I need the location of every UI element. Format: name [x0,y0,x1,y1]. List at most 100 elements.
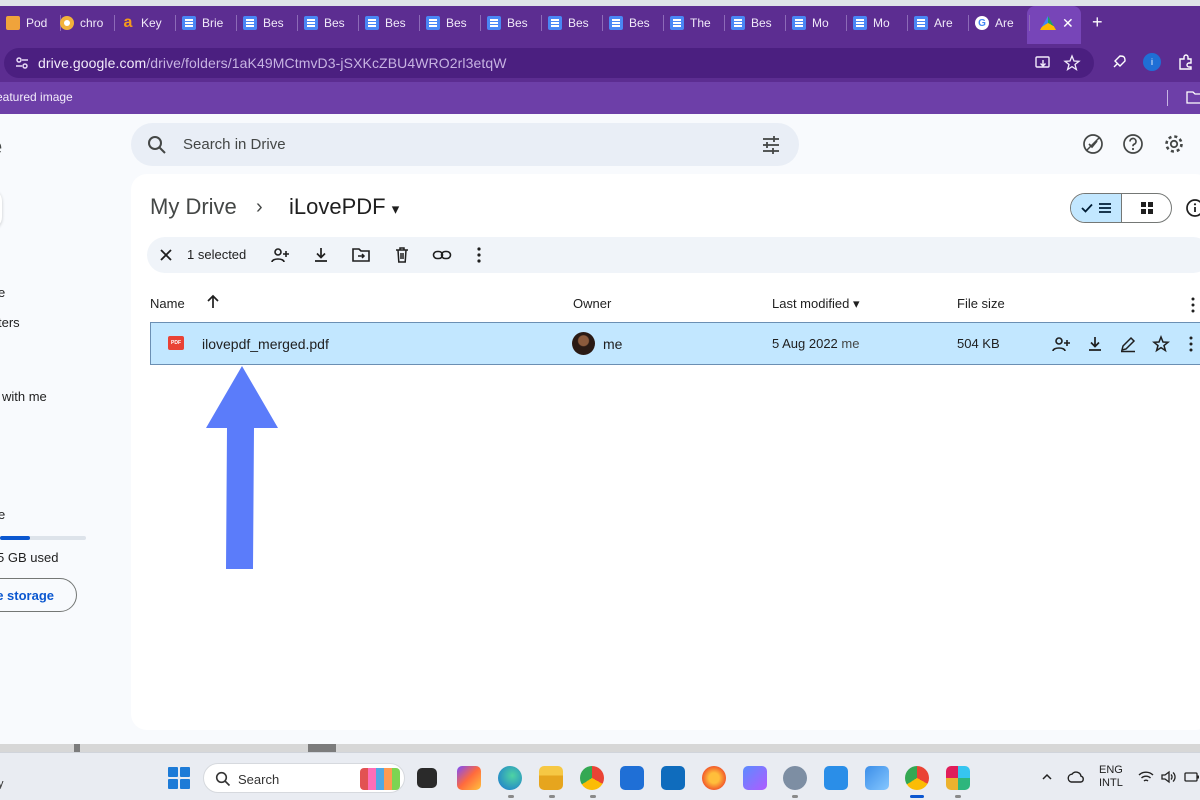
browser-tab[interactable]: Bes [542,10,603,36]
bookmark-folder-icon[interactable] [1186,89,1200,105]
browser-tab[interactable]: Bes [603,10,664,36]
search-input[interactable]: Search in Drive [183,136,286,153]
browser-tab[interactable]: Bes [420,10,481,36]
task-view-icon[interactable] [417,768,437,788]
chrome-profile-icon[interactable] [905,766,929,790]
outlook-icon[interactable] [661,766,685,790]
settings-gear-icon[interactable] [1163,133,1185,155]
site-settings-icon[interactable] [14,55,30,71]
extension-info-icon[interactable]: i [1143,53,1161,71]
browser-tab[interactable]: Mo [786,10,847,36]
trash-icon[interactable] [393,246,411,264]
grid-view-button[interactable] [1122,194,1171,222]
taskbar-weather-text[interactable]: y [0,778,4,790]
breadcrumb-current-folder[interactable]: iLovePDF ▾ [289,194,399,220]
browser-tab[interactable]: Bes [481,10,542,36]
browser-tab[interactable]: Bes [298,10,359,36]
address-bar[interactable]: drive.google.com/drive/folders/1aK49MCtm… [4,48,1094,78]
microsoft-store-icon[interactable] [620,766,644,790]
volume-icon[interactable] [1160,770,1176,784]
extensions-puzzle-icon[interactable] [1177,53,1195,71]
file-name[interactable]: ilovepdf_merged.pdf [202,336,329,352]
copy-link-icon[interactable] [432,246,452,264]
row-more-actions-icon[interactable] [1187,335,1195,353]
install-app-icon[interactable] [1034,54,1052,72]
file-row-selected[interactable]: PDF ilovepdf_merged.pdf me 5 Aug 2022 me… [150,322,1200,365]
details-info-icon[interactable] [1185,198,1200,218]
browser-tab[interactable]: G Are [969,10,1030,36]
copilot-app-icon[interactable] [743,766,767,790]
windows-start-icon[interactable] [168,767,190,789]
tab-title: Bes [751,16,772,30]
bookmark-star-icon[interactable] [1063,54,1081,72]
offline-ready-icon[interactable] [1082,133,1104,155]
sidebar-item-shared-with-me[interactable]: with me [2,389,47,404]
show-hidden-icons-chevron-icon[interactable] [1040,770,1054,784]
column-header-owner[interactable]: Owner [573,296,611,311]
more-actions-icon[interactable] [475,246,483,264]
column-options-icon[interactable] [1189,296,1197,314]
browser-tab[interactable]: Pod [0,10,61,36]
search-bar[interactable]: Search in Drive [131,123,799,166]
annotation-arrow-icon [206,366,278,569]
list-view-button[interactable] [1071,194,1122,222]
clear-selection-icon[interactable] [157,246,175,264]
column-header-file-size[interactable]: File size [957,296,1005,311]
new-button[interactable] [0,189,2,229]
pdf-file-icon: PDF [168,336,184,350]
sidebar-item-storage[interactable]: e [0,507,5,522]
row-download-icon[interactable] [1086,335,1104,353]
file-explorer-icon[interactable] [539,766,563,790]
bookmark-featured-image[interactable]: eatured image [0,90,73,104]
browser-tab[interactable]: Mo [847,10,908,36]
browser-tab[interactable]: Bes [237,10,298,36]
slack-icon[interactable] [946,766,970,790]
chrome-browser-icon[interactable] [580,766,604,790]
copilot-icon[interactable] [457,766,481,790]
close-tab-icon[interactable]: ✕ [1062,15,1074,32]
slack-running-indicator [955,795,961,798]
help-icon[interactable] [1122,133,1144,155]
search-icon[interactable] [147,135,167,155]
drive-logo-text: e [0,134,2,160]
move-to-folder-icon[interactable] [351,246,371,264]
browser-tab[interactable]: The [664,10,725,36]
column-header-name[interactable]: Name [150,296,185,311]
download-icon[interactable] [312,246,330,264]
row-share-icon[interactable] [1051,335,1071,353]
new-tab-button[interactable]: + [1092,12,1103,33]
row-star-icon[interactable] [1152,335,1170,353]
storage-progress-fill [0,536,31,540]
google-icon: G [975,16,989,30]
get-more-storage-button[interactable]: e storage [0,578,77,612]
browser-tab[interactable]: Bes [725,10,786,36]
scrollbar-thumb[interactable] [308,744,336,752]
share-add-person-icon[interactable] [270,246,290,264]
horizontal-scrollbar[interactable] [0,744,1200,752]
browser-tab[interactable]: a Key [115,10,176,36]
search-options-icon[interactable] [761,135,781,155]
remote-desktop-icon[interactable] [824,766,848,790]
firefox-icon[interactable] [702,766,726,790]
taskbar-search-box[interactable]: Search [203,763,405,793]
battery-icon[interactable] [1184,770,1200,784]
browser-tab[interactable]: chro [54,10,115,36]
sidebar-item-computers[interactable]: ters [0,315,20,330]
sort-ascending-arrow-icon[interactable] [206,294,220,310]
tab-google-drive[interactable]: ✕ [1034,10,1084,36]
photos-icon[interactable] [865,766,889,790]
wifi-icon[interactable] [1138,770,1154,784]
browser-tab[interactable]: Bes [359,10,420,36]
breadcrumb-my-drive[interactable]: My Drive [150,194,237,220]
input-language-indicator[interactable]: ENG INTL [1099,764,1123,790]
row-rename-pencil-icon[interactable] [1119,335,1137,353]
sidebar-item-home[interactable]: e [0,285,5,300]
browser-tab[interactable]: Are [908,10,969,36]
extension-rocket-icon[interactable] [1110,53,1128,71]
browser-tab[interactable]: Brie [176,10,237,36]
settings-app-icon[interactable] [783,766,807,790]
onedrive-cloud-icon[interactable] [1066,770,1086,784]
edge-browser-icon[interactable] [498,766,522,790]
docs-icon [731,16,745,30]
column-header-last-modified[interactable]: Last modified ▾ [772,296,859,312]
